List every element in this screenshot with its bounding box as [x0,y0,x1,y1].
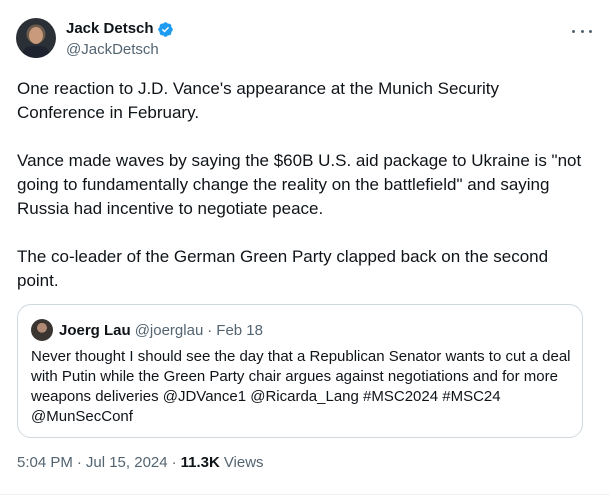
author-name-row: Jack Detsch [66,20,174,38]
more-dot [572,29,575,33]
tweet-paragraph: Vance made waves by saying the $60B U.S.… [17,151,582,218]
quoted-tweet[interactable]: Joerg Lau @joerglau · Feb 18 Never thoug… [17,304,583,438]
tweet-meta: 5:04 PM · Jul 15, 2024 · 11.3K Views [17,453,264,473]
tweet-time[interactable]: 5:04 PM [17,453,73,473]
author-info: Jack Detsch @JackDetsch [66,20,174,60]
views-count: 11.3K [180,454,220,471]
verified-badge-icon [157,21,173,37]
tweet-paragraph: One reaction to J.D. Vance's appearance … [17,79,500,122]
author-display-name[interactable]: Jack Detsch [66,20,154,38]
more-dot [589,29,592,33]
avatar-face [29,27,43,44]
more-dot [580,29,584,33]
tweet-text: One reaction to J.D. Vance's appearance … [17,77,587,293]
views-label: Views [223,454,264,471]
more-icon[interactable] [572,24,592,38]
author-avatar[interactable] [16,18,56,58]
tweet-header: Jack Detsch @JackDetsch [16,18,594,62]
author-handle[interactable]: @JackDetsch [66,40,174,60]
quote-author-name: Joerg Lau [59,321,131,339]
tweet-date[interactable]: Jul 15, 2024 [86,453,168,473]
quote-date: Feb 18 [216,321,263,339]
quote-text: Never thought I should see the day that … [31,348,571,425]
quote-header: Joerg Lau @joerglau · Feb 18 [31,318,263,342]
quote-author-avatar [31,319,53,341]
divider [0,494,610,495]
quote-separator: · [207,321,213,339]
tweet-paragraph: The co-leader of the German Green Party … [17,247,549,290]
meta-separator: · [76,454,82,471]
meta-separator: · [171,454,177,471]
quote-author-handle: @joerglau [134,321,204,339]
avatar-shirt [22,46,50,58]
